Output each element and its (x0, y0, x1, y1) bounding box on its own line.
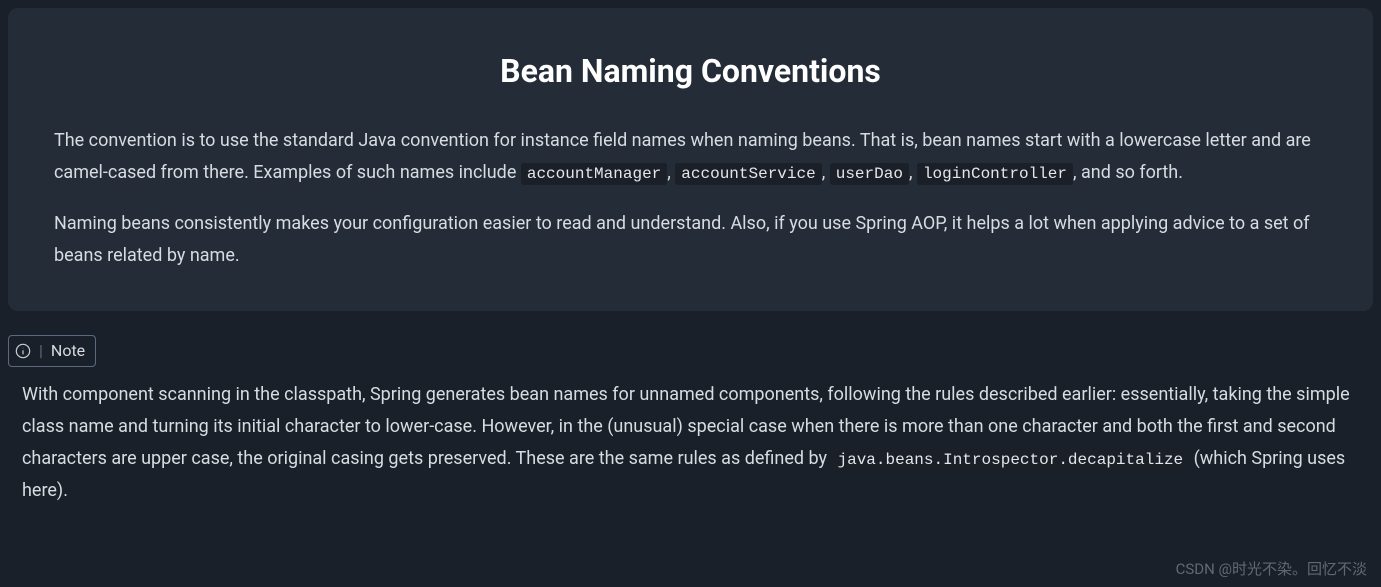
separator: | (39, 338, 43, 364)
code-example: accountService (675, 163, 821, 185)
paragraph-consistency: Naming beans consistently makes your con… (54, 208, 1327, 271)
conventions-card: Bean Naming Conventions The convention i… (8, 8, 1373, 311)
section-title: Bean Naming Conventions (54, 46, 1327, 97)
note-block: | Note With component scanning in the cl… (8, 335, 1373, 507)
code-example: accountManager (521, 163, 667, 185)
paragraph-examples: The convention is to use the standard Ja… (54, 125, 1327, 188)
note-body: With component scanning in the classpath… (8, 379, 1373, 507)
note-label-text: Note (51, 338, 85, 364)
watermark: CSDN @时光不染。回忆不淡 (1176, 557, 1367, 581)
code-example: loginController (917, 163, 1073, 185)
info-icon (15, 343, 31, 359)
para1-post: , and so forth. (1073, 162, 1183, 183)
note-label: | Note (8, 335, 96, 367)
code-example: userDao (830, 163, 909, 185)
code-decapitalize: java.beans.Introspector.decapitalize (831, 449, 1189, 471)
